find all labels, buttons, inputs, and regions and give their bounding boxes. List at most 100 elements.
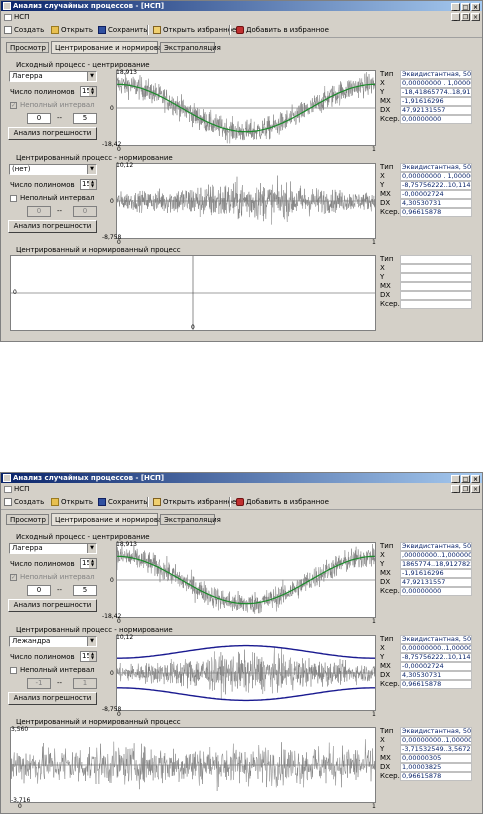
chevron-down-icon: ▼ bbox=[87, 544, 96, 553]
close-icon[interactable]: × bbox=[471, 475, 480, 483]
mdi-close-icon[interactable]: × bbox=[471, 13, 480, 21]
polynomial-count-spinner[interactable]: 15 ▲ ▼ bbox=[80, 558, 97, 569]
info-value: 0,00000000 . 1,0000000 bbox=[400, 79, 472, 88]
mdi-restore-icon[interactable]: ❐ bbox=[461, 13, 470, 21]
info-value: 0,96615878 bbox=[400, 772, 472, 781]
tab-centering[interactable]: Центрирование и нормирование bbox=[51, 513, 176, 526]
create-button[interactable]: Создать bbox=[4, 497, 44, 507]
partial-interval-checkbox[interactable] bbox=[10, 667, 17, 674]
info-label: Ксер. bbox=[380, 300, 400, 308]
info-label: Тип bbox=[380, 255, 394, 263]
info-label: X bbox=[380, 264, 385, 272]
info-value: ,00000000..1,00000000 bbox=[400, 551, 472, 560]
polynomial-count-spinner[interactable]: 15 ▲ ▼ bbox=[80, 651, 97, 662]
x-start-label: 0 bbox=[18, 803, 22, 810]
interval-to-field[interactable]: 5 bbox=[73, 585, 97, 596]
info-label: Y bbox=[380, 273, 385, 281]
error-analysis-button[interactable]: Анализ погрешности bbox=[8, 127, 97, 140]
open-button[interactable]: Открыть bbox=[51, 25, 93, 35]
polynomial-type-select[interactable]: Лагерра ▼ bbox=[9, 543, 97, 554]
spinner-arrows-icon[interactable]: ▲ ▼ bbox=[89, 87, 96, 96]
save-button[interactable]: Сохранить bbox=[98, 25, 147, 35]
mdi-bar: НСП _ ❐ × bbox=[1, 484, 482, 494]
spinner-arrows-icon[interactable]: ▲ ▼ bbox=[89, 559, 96, 568]
info-label: DX bbox=[380, 578, 391, 586]
interval-from-field[interactable]: 0 bbox=[27, 585, 51, 596]
doc-tab-label: НСП bbox=[14, 485, 30, 493]
minimize-icon[interactable]: _ bbox=[451, 3, 460, 11]
doc-tab[interactable]: НСП bbox=[4, 13, 29, 21]
polynomial-count-spinner[interactable]: 15 ▲ ▼ bbox=[80, 86, 97, 97]
toolbar-separator bbox=[229, 25, 231, 35]
error-analysis-button[interactable]: Анализ погрешности bbox=[8, 692, 97, 705]
partial-interval-checkbox[interactable]: ✓ bbox=[10, 102, 17, 109]
partial-interval-checkbox[interactable] bbox=[10, 195, 17, 202]
maximize-icon[interactable]: □ bbox=[461, 475, 470, 483]
folder-open-icon bbox=[51, 498, 59, 506]
interval-dash: -- bbox=[57, 207, 63, 215]
toolbar-label: Открыть избранное bbox=[163, 26, 237, 34]
favorites-icon bbox=[153, 26, 161, 34]
error-analysis-button[interactable]: Анализ погрешности bbox=[8, 220, 97, 233]
spinner-arrows-icon[interactable]: ▲ ▼ bbox=[89, 652, 96, 661]
close-icon[interactable]: × bbox=[471, 3, 480, 11]
partial-interval-label: Неполный интервал bbox=[20, 573, 95, 581]
tab-view[interactable]: Просмотр bbox=[6, 514, 49, 525]
partial-interval-label: Неполный интервал bbox=[20, 666, 95, 674]
partial-interval-checkbox[interactable]: ✓ bbox=[10, 574, 17, 581]
interval-to-field[interactable]: 5 bbox=[73, 113, 97, 124]
mdi-minimize-icon[interactable]: _ bbox=[451, 13, 460, 21]
polynomial-count-spinner[interactable]: 15 ▲ ▼ bbox=[80, 179, 97, 190]
mdi-restore-icon[interactable]: ❐ bbox=[461, 485, 470, 493]
interval-from-field[interactable]: 0 bbox=[27, 113, 51, 124]
toolbar-separator bbox=[147, 497, 149, 507]
interval-from-field[interactable]: 0 bbox=[27, 206, 51, 217]
polynomial-type-select[interactable]: (нет) ▼ bbox=[9, 164, 97, 175]
mdi-close-icon[interactable]: × bbox=[471, 485, 480, 493]
minimize-icon[interactable]: _ bbox=[451, 475, 460, 483]
mdi-minimize-icon[interactable]: _ bbox=[451, 485, 460, 493]
info-label: Ксер. bbox=[380, 587, 400, 595]
interval-to-field[interactable]: 1 bbox=[73, 678, 97, 689]
x-end-label: 1 bbox=[372, 618, 376, 625]
info-value bbox=[400, 282, 472, 291]
interval-dash: -- bbox=[57, 114, 63, 122]
interval-from-field[interactable]: -1 bbox=[27, 678, 51, 689]
polynomial-type-select[interactable]: Лагерра ▼ bbox=[9, 71, 97, 82]
interval-to-field[interactable]: 0 bbox=[73, 206, 97, 217]
y-zero-label: 0 bbox=[110, 577, 114, 584]
save-button[interactable]: Сохранить bbox=[98, 497, 147, 507]
create-button[interactable]: Создать bbox=[4, 25, 44, 35]
spinner-arrows-icon[interactable]: ▲ ▼ bbox=[89, 180, 96, 189]
info-value: -18,41865774..18,9127 bbox=[400, 88, 472, 97]
signal-plot-2 bbox=[116, 163, 376, 239]
info-label: Y bbox=[380, 560, 385, 568]
section-caption: Исходный процесс - центрирование bbox=[16, 61, 150, 69]
info-label: Тип bbox=[380, 635, 394, 643]
add-favorite-icon bbox=[236, 498, 244, 506]
info-value: -3,71532549..3,567216 bbox=[400, 745, 472, 754]
error-analysis-button[interactable]: Анализ погрешности bbox=[8, 599, 97, 612]
polynomial-count-label: Число полиномов bbox=[10, 653, 75, 661]
tab-extrapolation[interactable]: Экстраполяция bbox=[160, 514, 221, 525]
info-value bbox=[400, 300, 472, 309]
add-fav-button[interactable]: Добавить в избранное bbox=[236, 497, 329, 507]
maximize-icon[interactable]: □ bbox=[461, 3, 470, 11]
tab-extrapolation[interactable]: Экстраполяция bbox=[160, 42, 221, 53]
chevron-down-icon: ▼ bbox=[87, 72, 96, 81]
select-value: Лагерра bbox=[12, 72, 43, 80]
tab-view[interactable]: Просмотр bbox=[6, 42, 49, 53]
add-fav-button[interactable]: Добавить в избранное bbox=[236, 25, 329, 35]
tab-centering[interactable]: Центрирование и нормирование bbox=[51, 41, 176, 54]
window-controls: _ □ × bbox=[450, 474, 480, 484]
open-fav-button[interactable]: Открыть избранное bbox=[153, 497, 236, 507]
open-fav-button[interactable]: Открыть избранное bbox=[153, 25, 236, 35]
open-button[interactable]: Открыть bbox=[51, 497, 93, 507]
section-caption: Исходный процесс - центрирование bbox=[16, 533, 150, 541]
doc-tab[interactable]: НСП bbox=[4, 485, 29, 493]
info-value: Эквидистантная, 5001 bbox=[400, 163, 472, 172]
chevron-down-icon: ▼ bbox=[87, 637, 96, 646]
polynomial-type-select[interactable]: Лежандра ▼ bbox=[9, 636, 97, 647]
mdi-controls: _ ❐ × bbox=[450, 485, 480, 493]
info-value: 0,00000000 bbox=[400, 115, 472, 124]
